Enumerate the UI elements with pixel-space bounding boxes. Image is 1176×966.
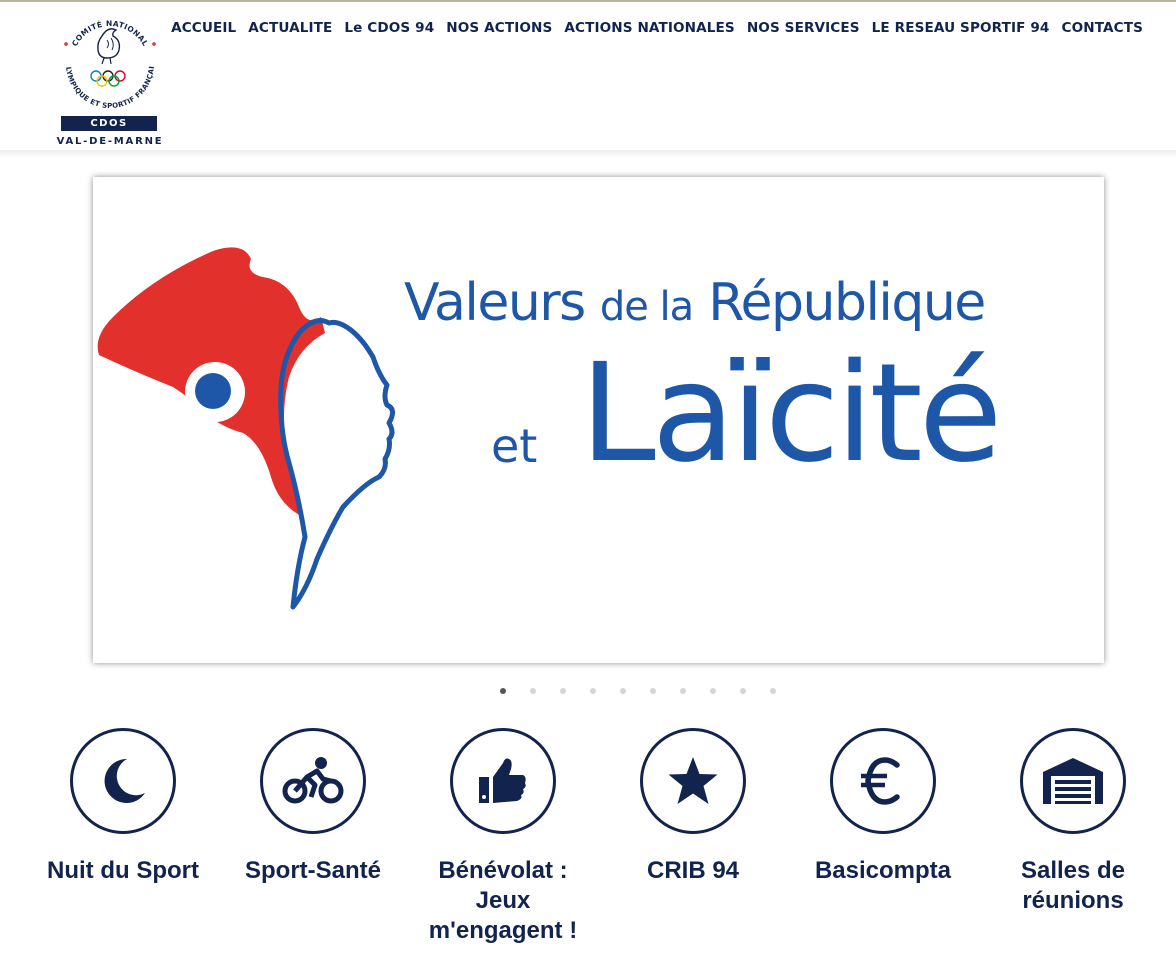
nav-item-nos-services[interactable]: NOS SERVICES bbox=[747, 20, 860, 36]
service-label: Salles de réunions bbox=[1020, 857, 1126, 914]
service-benevolat[interactable]: Bénévolat : Jeux m'engagent ! bbox=[418, 728, 588, 946]
service-icon-circle bbox=[1020, 728, 1126, 834]
logo-cdos-label: CDOS bbox=[61, 116, 157, 131]
header-shadow bbox=[0, 150, 1176, 158]
nav-item-accueil[interactable]: ACCUEIL bbox=[171, 20, 236, 36]
service-label: Nuit du Sport bbox=[47, 857, 199, 884]
slider-dot-3[interactable] bbox=[560, 688, 566, 694]
slide-word-republique: République bbox=[708, 273, 986, 333]
slider-dot-5[interactable] bbox=[620, 688, 626, 694]
euro-icon bbox=[861, 757, 900, 805]
service-icon-circle bbox=[260, 728, 366, 834]
nav-item-le-cdos-94[interactable]: Le CDOS 94 bbox=[344, 20, 434, 36]
slider-pagination bbox=[500, 688, 776, 694]
nav-item-nos-actions[interactable]: NOS ACTIONS bbox=[446, 20, 552, 36]
garage-icon bbox=[1043, 758, 1103, 804]
service-nuit-du-sport[interactable]: Nuit du Sport bbox=[38, 728, 208, 886]
slider-dot-1[interactable] bbox=[500, 688, 506, 694]
slider-dot-6[interactable] bbox=[650, 688, 656, 694]
slide-headline-line1: Valeurs de la République bbox=[404, 273, 986, 333]
site-header: COMITÉ NATIONAL OLYMPIQUE ET SPORTIF FRA… bbox=[0, 2, 1176, 152]
nav-item-contacts[interactable]: CONTACTS bbox=[1062, 20, 1144, 36]
service-icon-circle bbox=[640, 728, 746, 834]
service-sport-sante[interactable]: Sport-Santé bbox=[228, 728, 398, 886]
service-label: Bénévolat : Jeux m'engagent ! bbox=[428, 857, 578, 944]
nav-item-actions-nationales[interactable]: ACTIONS NATIONALES bbox=[564, 20, 734, 36]
slider-dot-7[interactable] bbox=[680, 688, 686, 694]
slider-dot-8[interactable] bbox=[710, 688, 716, 694]
service-salles-de-reunions[interactable]: Salles de réunions bbox=[988, 728, 1158, 916]
slider-dot-9[interactable] bbox=[740, 688, 746, 694]
service-icon-circle bbox=[830, 728, 936, 834]
olympic-committee-seal-icon: COMITÉ NATIONAL OLYMPIQUE ET SPORTIF FRA… bbox=[44, 10, 156, 110]
service-basicompta[interactable]: Basicompta bbox=[798, 728, 968, 886]
slide-word-valeurs: Valeurs bbox=[404, 273, 586, 333]
slider-dot-4[interactable] bbox=[590, 688, 596, 694]
nav-item-reseau-sportif-94[interactable]: LE RESEAU SPORTIF 94 bbox=[872, 20, 1050, 36]
service-label: Sport-Santé bbox=[244, 857, 381, 884]
slide-word-de-la: de la bbox=[599, 284, 694, 330]
service-crib-94[interactable]: CRIB 94 bbox=[608, 728, 778, 886]
service-icon-circle bbox=[450, 728, 556, 834]
cyclist-icon bbox=[282, 757, 344, 804]
star-icon bbox=[668, 757, 718, 804]
hero-slider[interactable]: Valeurs de la République et Laïcité bbox=[93, 177, 1104, 663]
slider-dot-2[interactable] bbox=[530, 688, 536, 694]
slide-word-laicite: Laïcité bbox=[580, 335, 1002, 493]
thumbs-up-icon bbox=[479, 758, 526, 803]
service-label: Basicompta bbox=[814, 857, 952, 884]
services-grid: Nuit du Sport Sport-Santé Bénévolat : Je… bbox=[0, 728, 1176, 966]
nav-item-actualite[interactable]: ACTUALITE bbox=[248, 20, 332, 36]
slide-word-et: et bbox=[491, 419, 538, 473]
site-logo[interactable]: COMITÉ NATIONAL OLYMPIQUE ET SPORTIF FRA… bbox=[44, 10, 176, 152]
logo-region-label: VAL-DE-MARNE bbox=[56, 136, 164, 147]
service-label: CRIB 94 bbox=[646, 857, 740, 884]
slider-dot-10[interactable] bbox=[770, 688, 776, 694]
moon-icon bbox=[104, 758, 145, 803]
service-icon-circle bbox=[70, 728, 176, 834]
main-navigation: ACCUEIL ACTUALITE Le CDOS 94 NOS ACTIONS… bbox=[171, 20, 1143, 36]
svg-text:COMITÉ NATIONAL: COMITÉ NATIONAL bbox=[70, 19, 150, 48]
marianne-profile-icon bbox=[97, 247, 395, 610]
